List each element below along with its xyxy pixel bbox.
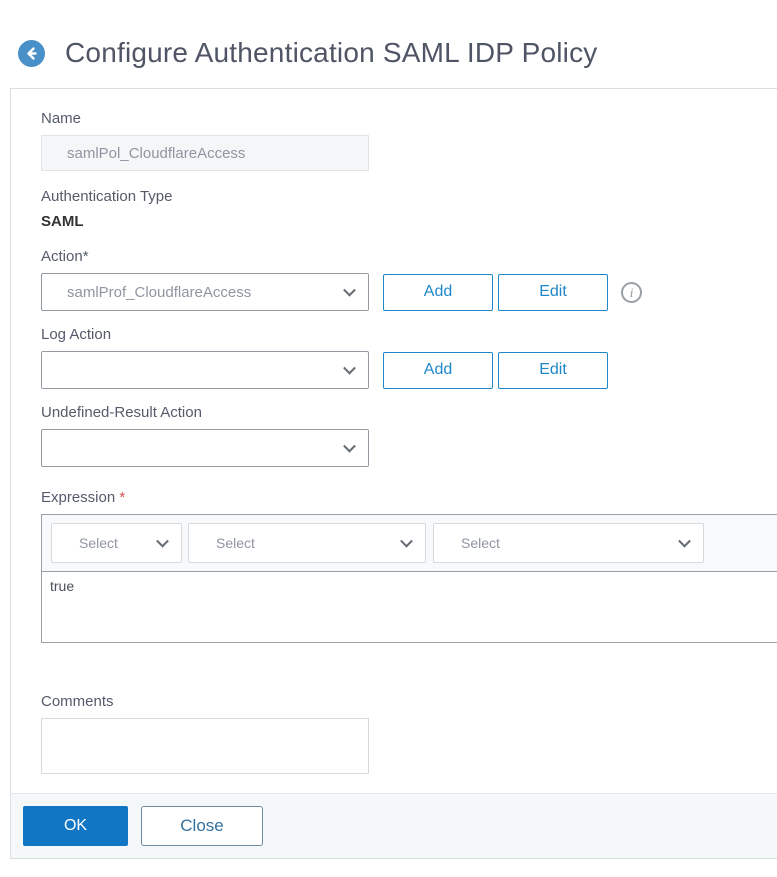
action-label: Action* [41, 248, 89, 265]
required-asterisk: * [119, 489, 126, 506]
expression-builder: Select Select Select true [41, 514, 777, 643]
log-action-label: Log Action [41, 326, 112, 343]
name-label: Name [41, 110, 82, 127]
chevron-down-icon [678, 534, 691, 548]
undefined-result-action-select[interactable] [41, 429, 369, 467]
expression-select-3[interactable]: Select [433, 523, 704, 563]
action-add-button[interactable]: Add [383, 273, 493, 311]
expression-select-1[interactable]: Select [51, 523, 182, 563]
close-button[interactable]: Close [141, 806, 263, 846]
action-select-value: samlProf_CloudflareAccess [67, 283, 252, 301]
expression-toolbar: Select Select Select [42, 515, 777, 572]
expression-label: Expression * [41, 489, 126, 506]
comments-label: Comments [41, 693, 114, 710]
chevron-down-icon [400, 534, 413, 548]
name-input[interactable] [41, 135, 369, 171]
form-footer: OK Close [11, 793, 777, 858]
expression-select-2[interactable]: Select [188, 523, 426, 563]
back-button[interactable] [18, 39, 45, 67]
chevron-down-icon [343, 361, 356, 375]
log-action-add-button[interactable]: Add [383, 351, 493, 389]
form-panel: Name Authentication Type SAML Action* sa… [10, 88, 777, 859]
ok-button[interactable]: OK [23, 806, 128, 846]
chevron-down-icon [156, 534, 169, 548]
action-select[interactable]: samlProf_CloudflareAccess [41, 273, 369, 311]
page-header: Configure Authentication SAML IDP Policy [0, 0, 777, 76]
action-edit-button[interactable]: Edit [498, 273, 608, 311]
auth-type-value: SAML [41, 213, 84, 230]
log-action-select[interactable] [41, 351, 369, 389]
expression-input[interactable]: true [42, 572, 777, 642]
log-action-edit-button[interactable]: Edit [498, 351, 608, 389]
chevron-down-icon [343, 283, 356, 297]
auth-type-label: Authentication Type [41, 188, 173, 205]
arrow-left-icon [24, 46, 39, 61]
undefined-result-action-label: Undefined-Result Action [41, 404, 202, 421]
chevron-down-icon [343, 439, 356, 453]
info-icon[interactable]: i [621, 281, 642, 303]
page-title: Configure Authentication SAML IDP Policy [65, 37, 598, 68]
comments-input[interactable] [41, 718, 369, 774]
